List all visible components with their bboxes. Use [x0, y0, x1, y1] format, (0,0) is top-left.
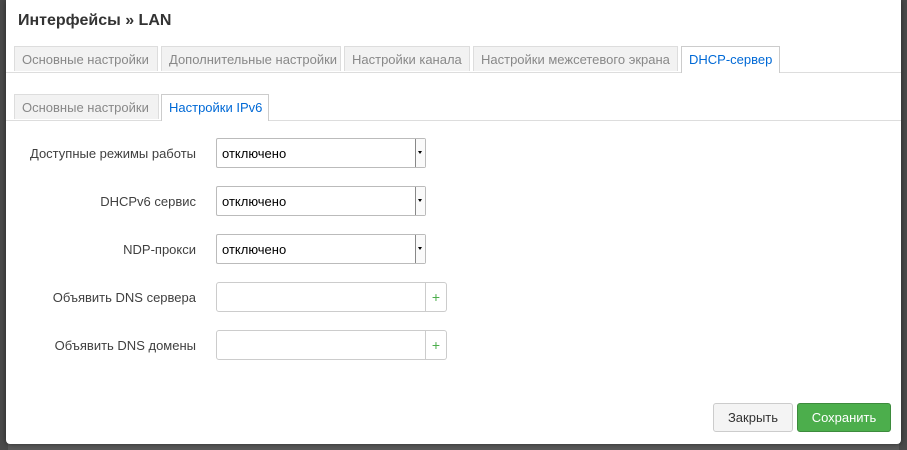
dns-domains-add-button[interactable]: +: [426, 330, 447, 360]
dns-domains-label: Объявить DNS домены: [54, 338, 196, 353]
ndp-select[interactable]: отключено: [216, 234, 426, 264]
field-dhcpv6: DHCPv6 сервис отключено: [6, 186, 901, 216]
ndp-label: NDP-прокси: [123, 242, 196, 257]
field-ndp: NDP-прокси отключено: [6, 234, 901, 264]
subtab-general[interactable]: Основные настройки: [14, 94, 159, 119]
tab-general[interactable]: Основные настройки: [14, 46, 158, 71]
tab-physical[interactable]: Настройки канала: [344, 46, 470, 71]
main-tabs: Основные настройки Дополнительные настро…: [6, 46, 901, 73]
ra-mode-value: отключено: [222, 146, 287, 161]
ndp-value: отключено: [222, 242, 287, 257]
dns-servers-input[interactable]: [216, 282, 426, 312]
dialog-title: Интерфейсы » LAN: [18, 12, 172, 29]
tab-dhcp[interactable]: DHCP-сервер: [681, 46, 780, 73]
dns-servers-add-button[interactable]: +: [426, 282, 447, 312]
tab-firewall[interactable]: Настройки межсетевого экрана: [473, 46, 678, 71]
field-ra-mode: Доступные режимы работы отключено: [6, 138, 901, 168]
subtab-ipv6[interactable]: Настройки IPv6: [161, 94, 269, 121]
ra-mode-dropdown-arrow[interactable]: [415, 139, 425, 167]
caret-down-icon: [418, 151, 422, 154]
dns-domains-input[interactable]: [216, 330, 426, 360]
caret-down-icon: [418, 247, 422, 250]
save-button[interactable]: Сохранить: [797, 403, 891, 432]
dhcpv6-select[interactable]: отключено: [216, 186, 426, 216]
dhcpv6-label: DHCPv6 сервис: [100, 194, 196, 209]
dns-servers-label: Объявить DNS сервера: [52, 290, 196, 305]
ra-mode-select[interactable]: отключено: [216, 138, 426, 168]
field-dns-domains: Объявить DNS домены +: [6, 330, 901, 360]
sub-tabs: Основные настройки Настройки IPv6: [6, 94, 901, 121]
ra-mode-label: Доступные режимы работы: [30, 146, 196, 161]
dhcpv6-dropdown-arrow[interactable]: [415, 187, 425, 215]
modal-dialog: Интерфейсы » LAN Основные настройки Допо…: [6, 0, 901, 444]
caret-down-icon: [418, 199, 422, 202]
ndp-dropdown-arrow[interactable]: [415, 235, 425, 263]
close-button[interactable]: Закрыть: [713, 403, 793, 432]
tab-advanced[interactable]: Дополнительные настройки: [161, 46, 341, 71]
dhcpv6-value: отключено: [222, 194, 287, 209]
field-dns-servers: Объявить DNS сервера +: [6, 282, 901, 312]
